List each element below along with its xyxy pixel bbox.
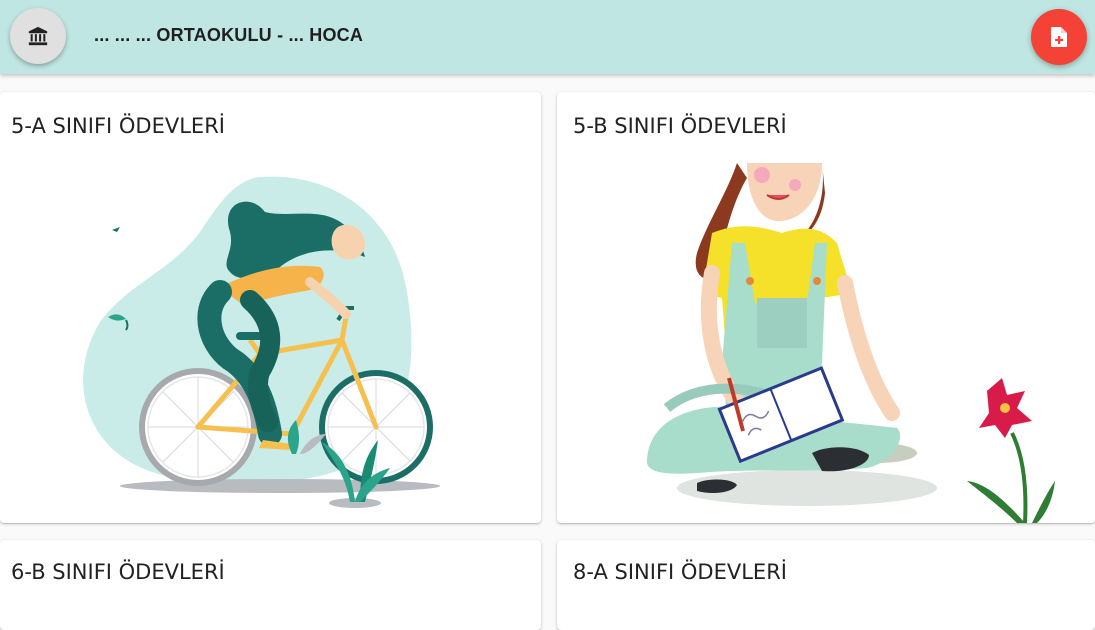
class-card-5a[interactable]: 5-A SINIFI ÖDEVLERİ (0, 92, 541, 523)
card-title: 5-A SINIFI ÖDEVLERİ (11, 114, 225, 138)
girl-writing-notebook-illustration (647, 163, 1055, 523)
class-card-8a[interactable]: 8-A SINIFI ÖDEVLERİ (557, 540, 1095, 630)
file-add-icon (1051, 27, 1067, 47)
girl-riding-bicycle-illustration (83, 176, 440, 508)
page-title: ... ... ... ORTAOKULU - ... HOCA (94, 25, 364, 45)
home-button[interactable] (10, 8, 66, 64)
add-assignment-button[interactable] (1031, 9, 1087, 65)
app-bar: ... ... ... ORTAOKULU - ... HOCA (0, 0, 1095, 74)
class-card-6b[interactable]: 6-B SINIFI ÖDEVLERİ (0, 540, 541, 630)
card-title: 6-B SINIFI ÖDEVLERİ (11, 560, 225, 584)
card-title: 5-B SINIFI ÖDEVLERİ (573, 114, 787, 138)
card-title: 8-A SINIFI ÖDEVLERİ (573, 560, 787, 584)
class-card-5b[interactable]: 5-B SINIFI ÖDEVLERİ (557, 92, 1095, 523)
institution-icon (28, 26, 48, 46)
